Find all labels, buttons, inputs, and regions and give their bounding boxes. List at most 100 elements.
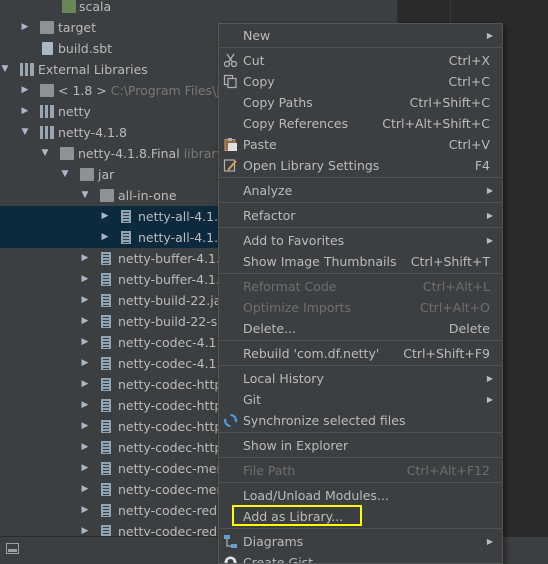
folder-icon xyxy=(60,147,74,160)
menu-item-cut[interactable]: Cut Ctrl+X xyxy=(219,50,502,71)
menu-item-create-gist[interactable]: Create Gist... xyxy=(219,552,502,563)
menu-item-delete[interactable]: Delete... Delete xyxy=(219,318,502,339)
menu-item-copy-paths[interactable]: Copy Paths Ctrl+Shift+C xyxy=(219,92,502,113)
menu-item-show-image-thumbnails[interactable]: Show Image Thumbnails Ctrl+Shift+T xyxy=(219,251,502,272)
jar-icon xyxy=(101,252,111,265)
menu-separator xyxy=(219,457,502,458)
menu-separator xyxy=(219,482,502,483)
jar-icon xyxy=(101,462,111,475)
jar-icon xyxy=(101,294,111,307)
menu-item-rebuild[interactable]: Rebuild 'com.df.netty' Ctrl+Shift+F9 xyxy=(219,343,502,364)
library-icon xyxy=(20,63,34,76)
menu-item-open-library-settings[interactable]: Open Library Settings F4 xyxy=(219,155,502,176)
jar-icon xyxy=(101,441,111,454)
folder-icon xyxy=(80,168,94,181)
menu-separator xyxy=(219,177,502,178)
jar-icon xyxy=(101,357,111,370)
chevron-down-icon[interactable]: ▼ xyxy=(0,59,11,80)
highlight-box xyxy=(232,505,362,526)
chevron-right-icon[interactable]: ▶ xyxy=(79,374,91,395)
chevron-down-icon[interactable]: ▼ xyxy=(19,122,31,143)
chevron-right-icon[interactable]: ▶ xyxy=(79,269,91,290)
submenu-arrow-icon: ▶ xyxy=(486,537,493,546)
jar-icon xyxy=(101,420,111,433)
github-icon xyxy=(224,556,237,563)
submenu-arrow-icon: ▶ xyxy=(486,236,493,245)
chevron-right-icon[interactable]: ▶ xyxy=(79,311,91,332)
submenu-arrow-icon: ▶ xyxy=(486,211,493,220)
chevron-right-icon[interactable]: ▶ xyxy=(79,500,91,521)
menu-separator xyxy=(219,47,502,48)
menu-item-synchronize[interactable]: Synchronize selected files xyxy=(219,410,502,431)
jar-icon xyxy=(101,315,111,328)
menu-item-paste[interactable]: Paste Ctrl+V xyxy=(219,134,502,155)
jar-icon xyxy=(101,336,111,349)
clipboard-icon xyxy=(224,138,237,151)
chevron-right-icon[interactable]: ▶ xyxy=(79,458,91,479)
tree-row-scala[interactable]: scala xyxy=(0,0,397,17)
menu-item-analyze[interactable]: Analyze ▶ xyxy=(219,180,502,201)
chevron-right-icon[interactable]: ▶ xyxy=(79,332,91,353)
jar-icon xyxy=(121,231,131,244)
menu-item-copy[interactable]: Copy Ctrl+C xyxy=(219,71,502,92)
tool-windows-toggle-icon[interactable] xyxy=(6,543,19,554)
chevron-right-icon[interactable]: ▶ xyxy=(19,80,31,101)
sync-icon xyxy=(223,414,238,427)
menu-item-new[interactable]: New ▶ xyxy=(219,25,502,46)
settings-edit-icon xyxy=(223,159,237,172)
folder-icon xyxy=(100,189,114,202)
library-icon xyxy=(40,126,54,139)
jar-icon xyxy=(101,504,111,517)
chevron-right-icon[interactable]: ▶ xyxy=(79,521,91,536)
menu-item-show-in-explorer[interactable]: Show in Explorer xyxy=(219,435,502,456)
chevron-right-icon[interactable]: ▶ xyxy=(79,479,91,500)
submenu-arrow-icon: ▶ xyxy=(486,374,493,383)
menu-item-local-history[interactable]: Local History ▶ xyxy=(219,368,502,389)
jdk-folder-icon xyxy=(40,84,54,97)
submenu-arrow-icon: ▶ xyxy=(486,186,493,195)
menu-item-optimize-imports[interactable]: Optimize Imports Ctrl+Alt+O xyxy=(219,297,502,318)
chevron-right-icon[interactable]: ▶ xyxy=(79,437,91,458)
chevron-right-icon[interactable]: ▶ xyxy=(79,353,91,374)
menu-separator xyxy=(219,528,502,529)
scissors-icon xyxy=(223,53,238,68)
library-icon xyxy=(40,105,54,118)
jar-icon xyxy=(101,399,111,412)
menu-separator xyxy=(219,432,502,433)
menu-item-reformat-code[interactable]: Reformat Code Ctrl+Alt+L xyxy=(219,276,502,297)
folder-icon xyxy=(40,21,54,34)
jar-icon xyxy=(121,210,131,223)
chevron-right-icon[interactable]: ▶ xyxy=(19,17,31,38)
chevron-down-icon[interactable]: ▼ xyxy=(59,164,71,185)
copy-icon xyxy=(223,74,237,89)
menu-separator xyxy=(219,202,502,203)
menu-separator xyxy=(219,340,502,341)
sbt-file-icon xyxy=(42,42,53,55)
jar-icon xyxy=(101,525,111,536)
jar-icon xyxy=(101,378,111,391)
menu-item-refactor[interactable]: Refactor ▶ xyxy=(219,205,502,226)
diagram-icon xyxy=(224,535,237,548)
chevron-right-icon[interactable]: ▶ xyxy=(79,248,91,269)
chevron-right-icon[interactable]: ▶ xyxy=(19,101,31,122)
chevron-right-icon[interactable]: ▶ xyxy=(79,290,91,311)
chevron-right-icon[interactable]: ▶ xyxy=(79,416,91,437)
menu-item-copy-references[interactable]: Copy References Ctrl+Alt+Shift+C xyxy=(219,113,502,134)
menu-separator xyxy=(219,273,502,274)
menu-item-load-unload-modules[interactable]: Load/Unload Modules... xyxy=(219,485,502,506)
chevron-right-icon[interactable]: ▶ xyxy=(99,206,111,227)
chevron-down-icon[interactable]: ▼ xyxy=(39,143,51,164)
submenu-arrow-icon: ▶ xyxy=(486,31,493,40)
chevron-right-icon[interactable]: ▶ xyxy=(99,227,111,248)
submenu-arrow-icon: ▶ xyxy=(486,395,493,404)
chevron-right-icon[interactable]: ▶ xyxy=(79,395,91,416)
menu-item-file-path[interactable]: File Path Ctrl+Alt+F12 xyxy=(219,460,502,481)
menu-separator xyxy=(219,365,502,366)
folder-icon xyxy=(62,0,76,13)
menu-item-diagrams[interactable]: Diagrams ▶ xyxy=(219,531,502,552)
chevron-down-icon[interactable]: ▼ xyxy=(79,185,91,206)
context-menu: New ▶ Cut Ctrl+X Copy Ctrl+C Copy Paths … xyxy=(218,23,503,564)
menu-separator xyxy=(219,227,502,228)
menu-item-git[interactable]: Git ▶ xyxy=(219,389,502,410)
menu-item-add-to-favorites[interactable]: Add to Favorites ▶ xyxy=(219,230,502,251)
